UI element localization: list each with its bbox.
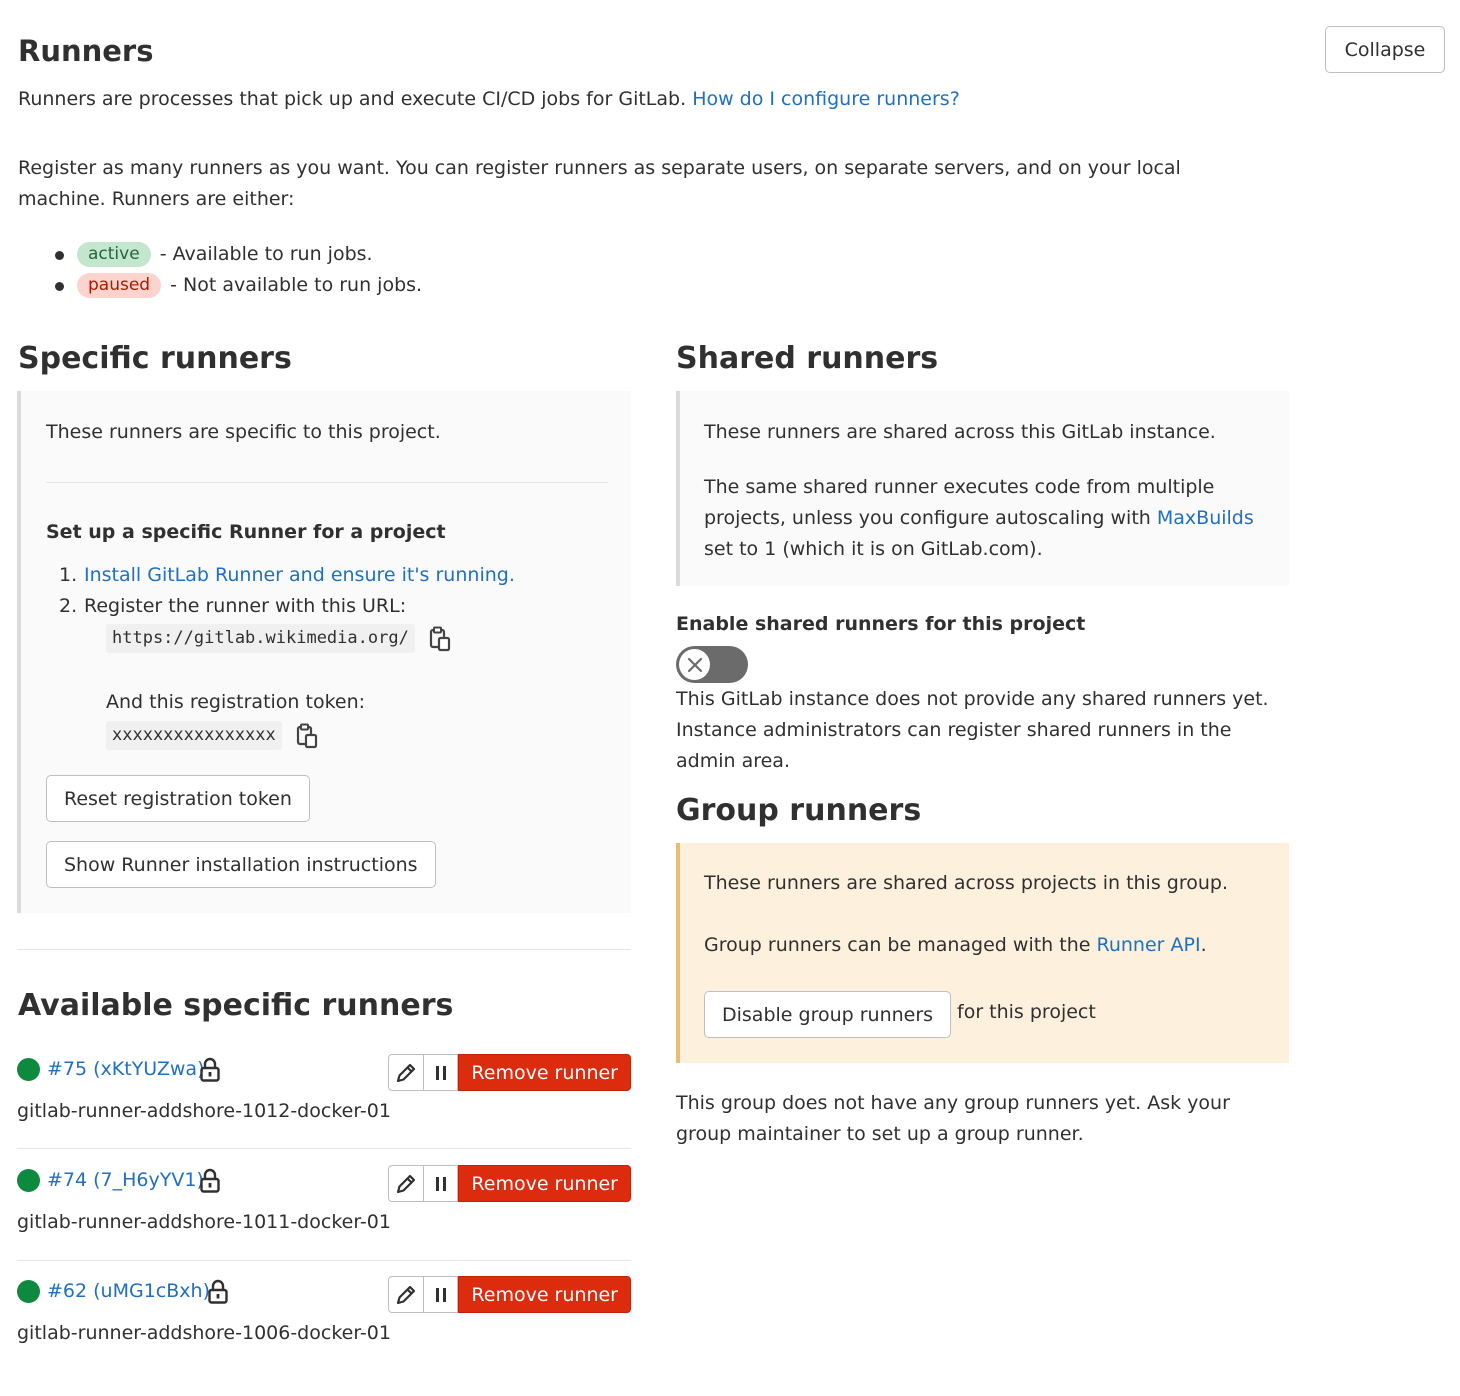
remove-runner-button[interactable]: Remove runner xyxy=(458,1054,631,1091)
runner-link[interactable]: #62 (uMG1cBxh) xyxy=(47,1276,210,1307)
shared-desc-after: set to 1 (which it is on GitLab.com). xyxy=(704,538,1043,560)
online-status-icon xyxy=(17,1169,40,1192)
page-title: Runners xyxy=(18,34,154,68)
enable-shared-label: Enable shared runners for this project xyxy=(676,613,1086,635)
group-desc: These runners are shared across projects… xyxy=(704,872,1228,894)
step-2: 2. Register the runner with this URL: xyxy=(59,591,608,622)
group-desc-before: Group runners can be managed with the xyxy=(704,934,1091,956)
token-label: And this registration token: xyxy=(106,691,366,713)
runner-description: gitlab-runner-addshore-1006-docker-01 xyxy=(17,1322,391,1344)
remove-runner-button[interactable]: Remove runner xyxy=(458,1165,631,1202)
pause-icon xyxy=(435,1176,446,1191)
pause-icon xyxy=(435,1065,446,1080)
step-2-number: 2. xyxy=(59,595,78,617)
install-runner-link[interactable]: Install GitLab Runner and ensure it's ru… xyxy=(84,564,515,586)
specific-runners-box: These runners are specific to this proje… xyxy=(17,391,631,913)
row-divider xyxy=(17,1148,631,1149)
pencil-icon xyxy=(397,1285,416,1304)
row-divider xyxy=(17,1260,631,1261)
divider xyxy=(46,482,608,483)
state-active-item: active - Available to run jobs. xyxy=(18,239,422,270)
pencil-icon xyxy=(397,1063,416,1082)
setup-title: Set up a specific Runner for a project xyxy=(46,521,446,543)
step-1-number: 1. xyxy=(59,564,78,586)
online-status-icon xyxy=(17,1058,40,1081)
group-runners-box: These runners are shared across projects… xyxy=(676,843,1289,1063)
token-row: xxxxxxxxxxxxxxxx xyxy=(106,721,318,750)
collapse-button[interactable]: Collapse xyxy=(1325,26,1445,73)
state-active-text: - Available to run jobs. xyxy=(159,243,373,265)
group-runners-heading: Group runners xyxy=(676,793,922,828)
runner-row: #62 (uMG1cBxh) gitlab-runner-addshore-10… xyxy=(17,1276,631,1371)
intro-text: Runners are processes that pick up and e… xyxy=(18,84,1298,115)
state-paused-text: - Not available to run jobs. xyxy=(170,274,423,296)
active-badge: active xyxy=(77,242,151,267)
toggle-knob xyxy=(679,649,710,680)
runner-url: https://gitlab.wikimedia.org/ xyxy=(106,624,415,653)
register-text: Register as many runners as you want. Yo… xyxy=(18,157,1181,210)
intro-description: Runners are processes that pick up and e… xyxy=(18,88,687,110)
runner-actions: Remove runner xyxy=(388,1165,631,1202)
lock-icon xyxy=(200,1168,220,1193)
paused-badge: paused xyxy=(77,273,162,298)
copy-token-clipboard-icon[interactable] xyxy=(296,723,318,749)
state-paused-item: paused - Not available to run jobs. xyxy=(18,270,422,301)
shared-runners-heading: Shared runners xyxy=(676,341,939,376)
runner-actions: Remove runner xyxy=(388,1276,631,1313)
group-desc-after: . xyxy=(1200,934,1207,956)
section-divider xyxy=(17,949,631,950)
specific-desc: These runners are specific to this proje… xyxy=(46,421,441,443)
pencil-icon xyxy=(397,1174,416,1193)
lock-icon xyxy=(208,1279,228,1304)
copy-url-clipboard-icon[interactable] xyxy=(429,626,451,652)
edit-runner-button[interactable] xyxy=(388,1054,425,1091)
pause-runner-button[interactable] xyxy=(424,1054,459,1091)
runner-link[interactable]: #75 (xKtYUZwa) xyxy=(47,1054,205,1085)
shared-desc-before: The same shared runner executes code fro… xyxy=(704,476,1215,529)
group-desc-detail: Group runners can be managed with the Ru… xyxy=(704,930,1264,961)
edit-runner-button[interactable] xyxy=(388,1276,425,1313)
step-1: 1. Install GitLab Runner and ensure it's… xyxy=(59,560,608,591)
reset-registration-token-button[interactable]: Reset registration token xyxy=(46,775,310,822)
disable-group-suffix: for this project xyxy=(957,1001,1096,1023)
pause-runner-button[interactable] xyxy=(424,1276,459,1313)
pause-icon xyxy=(435,1287,446,1302)
remove-runner-button[interactable]: Remove runner xyxy=(458,1276,631,1313)
setup-steps: 1. Install GitLab Runner and ensure it's… xyxy=(59,560,608,622)
specific-runners-heading: Specific runners xyxy=(18,341,292,376)
close-icon xyxy=(687,657,702,672)
runner-api-link[interactable]: Runner API xyxy=(1097,934,1201,956)
runner-row: #74 (7_H6yYV1) gitlab-runner-addshore-10… xyxy=(17,1165,631,1260)
configure-runners-link[interactable]: How do I configure runners? xyxy=(692,88,960,110)
url-row: https://gitlab.wikimedia.org/ xyxy=(106,624,451,653)
runner-row: #75 (xKtYUZwa) gitlab-runner-addshore-10… xyxy=(17,1054,631,1149)
disable-group-runners-button[interactable]: Disable group runners xyxy=(704,991,952,1038)
registration-token: xxxxxxxxxxxxxxxx xyxy=(106,721,282,750)
shared-desc-detail: The same shared runner executes code fro… xyxy=(704,472,1264,565)
register-url-label: Register the runner with this URL: xyxy=(84,595,407,617)
runner-description: gitlab-runner-addshore-1011-docker-01 xyxy=(17,1211,391,1233)
maxbuilds-link[interactable]: MaxBuilds xyxy=(1157,507,1254,529)
group-none-text: This group does not have any group runne… xyxy=(676,1092,1230,1145)
lock-icon xyxy=(200,1057,220,1082)
runner-actions: Remove runner xyxy=(388,1054,631,1091)
runner-description: gitlab-runner-addshore-1012-docker-01 xyxy=(17,1100,391,1122)
show-runner-instructions-button[interactable]: Show Runner installation instructions xyxy=(46,841,436,888)
runner-link[interactable]: #74 (7_H6yYV1) xyxy=(47,1165,204,1196)
available-runners-heading: Available specific runners xyxy=(18,988,454,1023)
shared-none-text: This GitLab instance does not provide an… xyxy=(676,688,1269,772)
pause-runner-button[interactable] xyxy=(424,1165,459,1202)
edit-runner-button[interactable] xyxy=(388,1165,425,1202)
runner-states-list: active - Available to run jobs. paused -… xyxy=(18,239,422,301)
shared-runners-toggle[interactable] xyxy=(676,646,748,683)
shared-runners-box: These runners are shared across this Git… xyxy=(676,391,1289,586)
shared-desc: These runners are shared across this Git… xyxy=(704,421,1216,443)
online-status-icon xyxy=(17,1280,40,1303)
